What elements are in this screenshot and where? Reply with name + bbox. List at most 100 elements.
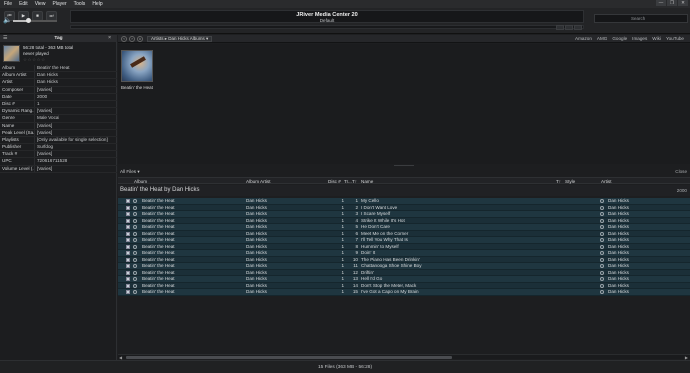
tag-row[interactable]: Album Artist Dan Hicks bbox=[0, 72, 117, 80]
artist-link-icon[interactable] bbox=[600, 218, 604, 223]
row-select-checkbox[interactable] bbox=[126, 212, 130, 216]
maximize-button[interactable]: ❐ bbox=[667, 0, 677, 6]
close-files-button[interactable]: Close bbox=[675, 169, 687, 174]
row-select-checkbox[interactable] bbox=[126, 225, 130, 229]
view-mode-button[interactable] bbox=[556, 25, 564, 30]
link-youtube[interactable]: YouTube bbox=[666, 36, 684, 41]
link-amazon[interactable]: Amazon bbox=[575, 36, 592, 41]
row-select-checkbox[interactable] bbox=[126, 205, 130, 210]
forward-icon[interactable]: › bbox=[129, 36, 135, 42]
seek-bar[interactable] bbox=[70, 25, 584, 29]
menu-help[interactable]: Help bbox=[92, 1, 102, 7]
play-state-icon[interactable] bbox=[133, 225, 137, 229]
row-select-checkbox[interactable] bbox=[126, 218, 130, 223]
album-caption[interactable]: Beatin' the Heat bbox=[118, 85, 156, 90]
tag-row[interactable]: Album Beatin' the Heat bbox=[0, 65, 117, 73]
tag-row[interactable]: Volume Level (... [Varies] bbox=[0, 165, 117, 173]
tag-field-value[interactable]: Surfdog bbox=[35, 144, 53, 150]
play-state-icon[interactable] bbox=[133, 218, 137, 223]
artist-link-icon[interactable] bbox=[600, 283, 604, 288]
minimize-button[interactable]: — bbox=[656, 0, 666, 6]
link-amg[interactable]: AMG bbox=[597, 36, 607, 41]
row-select-checkbox[interactable] bbox=[126, 283, 130, 288]
menu-tools[interactable]: Tools bbox=[74, 1, 86, 7]
artist-link-icon[interactable] bbox=[600, 205, 604, 210]
column-track[interactable]: Tr... bbox=[344, 179, 352, 184]
horizontal-scrollbar[interactable]: ◀ ▶ bbox=[118, 354, 690, 360]
tag-field-value[interactable]: Male Vocal bbox=[35, 115, 59, 121]
row-select-checkbox[interactable] bbox=[126, 231, 130, 236]
tag-field-value[interactable]: [Varies] bbox=[35, 130, 52, 136]
artist-link-icon[interactable] bbox=[600, 277, 604, 281]
view-mode-button[interactable] bbox=[574, 25, 582, 30]
tag-field-value[interactable]: 1 bbox=[35, 101, 40, 107]
tag-row[interactable]: Composer [Varies] bbox=[0, 86, 117, 94]
tag-row[interactable]: Genre Male Vocal bbox=[0, 115, 117, 123]
column-sort-2[interactable]: T↑ bbox=[556, 179, 561, 184]
column-sort[interactable]: T↑ bbox=[352, 179, 357, 184]
column-album[interactable]: Album bbox=[134, 179, 147, 184]
column-name[interactable]: Name bbox=[361, 179, 373, 184]
menu-edit[interactable]: Edit bbox=[19, 1, 28, 7]
play-state-icon[interactable] bbox=[133, 257, 137, 262]
tag-row[interactable]: Artist Dan Hicks bbox=[0, 79, 117, 87]
play-state-icon[interactable] bbox=[133, 290, 137, 294]
menu-file[interactable]: File bbox=[4, 1, 12, 7]
artist-link-icon[interactable] bbox=[600, 199, 604, 203]
play-state-icon[interactable] bbox=[133, 283, 137, 288]
tag-field-value[interactable]: Beatin' the Heat bbox=[35, 65, 70, 71]
link-wiki[interactable]: Wiki bbox=[652, 36, 661, 41]
tag-field-value[interactable]: [Varies] bbox=[35, 151, 52, 157]
artist-link-icon[interactable] bbox=[600, 264, 604, 268]
tag-row[interactable]: Publisher Surfdog bbox=[0, 144, 117, 152]
row-select-checkbox[interactable] bbox=[126, 251, 130, 255]
play-state-icon[interactable] bbox=[133, 231, 137, 236]
tag-field-value[interactable]: [Varies] bbox=[35, 108, 52, 114]
home-icon[interactable]: ⌂ bbox=[137, 36, 143, 42]
play-state-icon[interactable] bbox=[133, 238, 137, 242]
play-state-icon[interactable] bbox=[133, 277, 137, 281]
artist-link-icon[interactable] bbox=[600, 225, 604, 229]
column-disc[interactable]: Disc # bbox=[328, 179, 341, 184]
artist-link-icon[interactable] bbox=[600, 238, 604, 242]
tag-row[interactable]: Dynamic Rang... [Varies] bbox=[0, 108, 117, 116]
row-select-checkbox[interactable] bbox=[126, 290, 130, 294]
play-state-icon[interactable] bbox=[133, 270, 137, 275]
link-google[interactable]: Google bbox=[612, 36, 627, 41]
row-select-checkbox[interactable] bbox=[126, 264, 130, 268]
artist-link-icon[interactable] bbox=[600, 251, 604, 255]
column-style[interactable]: Style bbox=[565, 179, 575, 184]
artist-link-icon[interactable] bbox=[600, 290, 604, 294]
volume-icon[interactable]: 🔈 bbox=[3, 16, 12, 24]
tag-field-value[interactable]: [Only available for single selection] bbox=[35, 137, 108, 143]
row-select-checkbox[interactable] bbox=[126, 199, 130, 203]
tag-field-value[interactable]: [Varies] bbox=[35, 166, 52, 172]
row-select-checkbox[interactable] bbox=[126, 277, 130, 281]
column-album-artist[interactable]: Album Artist bbox=[246, 179, 271, 184]
tag-row[interactable]: Playlists [Only available for single sele… bbox=[0, 136, 117, 145]
play-state-icon[interactable] bbox=[133, 264, 137, 268]
tag-field-value[interactable]: [Varies] bbox=[35, 87, 52, 93]
play-state-icon[interactable] bbox=[133, 212, 137, 216]
breadcrumb[interactable]: Artists ▸ Dan Hicks Albums ▾ bbox=[147, 36, 213, 42]
link-images[interactable]: Images bbox=[632, 36, 647, 41]
column-artist[interactable]: Artist bbox=[601, 179, 611, 184]
artist-link-icon[interactable] bbox=[600, 244, 604, 249]
play-state-icon[interactable] bbox=[133, 205, 137, 210]
tag-field-value[interactable]: [Varies] bbox=[35, 123, 52, 129]
tag-field-value[interactable]: 2000 bbox=[35, 94, 47, 100]
all-files-dropdown[interactable]: All Files ▾ bbox=[120, 169, 140, 175]
row-select-checkbox[interactable] bbox=[126, 244, 130, 249]
artist-link-icon[interactable] bbox=[600, 270, 604, 275]
menu-view[interactable]: View bbox=[35, 1, 46, 7]
tag-row[interactable]: Disc #1 bbox=[0, 100, 117, 109]
table-row[interactable]: Beatin' the Heat Dan Hicks 1 15 I've Got a C… bbox=[118, 289, 690, 296]
tag-row[interactable]: Date 2000 bbox=[0, 93, 117, 101]
pane-splitter[interactable] bbox=[394, 165, 414, 166]
play-state-icon[interactable] bbox=[133, 251, 137, 255]
row-select-checkbox[interactable] bbox=[126, 257, 130, 262]
tag-row[interactable]: Peak Level (Sa... [Varies] bbox=[0, 129, 117, 137]
search-input[interactable]: Search bbox=[594, 14, 688, 23]
tag-field-value[interactable]: 720616711528 bbox=[35, 158, 67, 164]
row-select-checkbox[interactable] bbox=[126, 270, 130, 275]
